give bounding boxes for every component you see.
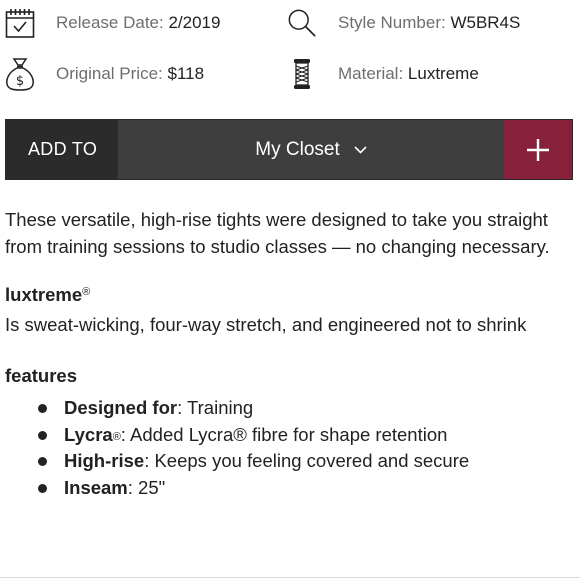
money-bag-icon: $ (5, 57, 35, 91)
luxtreme-heading: luxtreme® (5, 284, 90, 306)
style-number-label: Style Number: (338, 13, 451, 32)
plus-icon (527, 138, 549, 161)
style-number-value: W5BR4S (450, 13, 521, 32)
meta-row-2: $ Original Price: $118 Material: Luxtrem… (0, 54, 580, 94)
meta-row-1: Release Date: 2/2019 Style Number: W5BR4… (0, 3, 580, 43)
closet-dropdown-label: My Closet (255, 138, 340, 160)
feature-detail: : Training (177, 397, 254, 418)
feature-detail: : 25" (127, 477, 166, 499)
original-price-label: Original Price: (56, 64, 168, 83)
luxtreme-registered-mark: ® (82, 286, 91, 298)
original-price-value: $118 (167, 64, 205, 83)
material-text: Material: Luxtreme (338, 64, 479, 84)
original-price-text: Original Price: $118 (56, 64, 204, 84)
features-list: Designed for: Training Lycra ®: Added Lyc… (38, 395, 469, 502)
luxtreme-heading-text: luxtreme (5, 284, 83, 305)
product-description: These versatile, high-rise tights were d… (5, 209, 550, 257)
release-date-value: 2/2019 (168, 13, 221, 32)
search-icon (287, 6, 317, 40)
chevron-down-icon (354, 145, 367, 154)
add-to-closet-bar: ADD TO My Closet (5, 119, 573, 180)
thread-spool-icon (287, 57, 317, 91)
style-number: Style Number: W5BR4S (287, 3, 520, 43)
feature-name: Lycra (64, 423, 113, 445)
feature-name: Designed for (64, 397, 178, 418)
list-item: High-rise: Keeps you feeling covered and… (38, 448, 469, 475)
bullet (38, 483, 47, 493)
features-heading: features (5, 365, 77, 386)
feature-detail: : Keeps you feeling covered and secure (144, 450, 470, 472)
list-item: Lycra ®: Added Lycra® fibre for shape ret… (38, 422, 469, 449)
list-item: Designed for: Training (38, 395, 469, 422)
divider (0, 577, 580, 578)
material-label: Material: (338, 64, 408, 83)
feature-detail: : Added Lycra® fibre for shape retention (120, 423, 448, 445)
original-price: $ Original Price: $118 (5, 54, 204, 94)
bullet (38, 430, 47, 440)
material-value: Luxtreme (407, 64, 479, 83)
feature-name: High-rise (64, 450, 145, 472)
feature-registered-mark: ® (112, 430, 121, 443)
feature-name: Inseam (64, 477, 128, 499)
closet-dropdown[interactable]: My Closet (118, 120, 504, 179)
add-button[interactable] (504, 120, 572, 179)
release-date-text: Release Date: 2/2019 (56, 13, 220, 33)
luxtreme-description: Is sweat-wicking, four-way stretch, and … (5, 314, 527, 335)
calendar-icon (5, 6, 35, 40)
bullet (38, 403, 47, 413)
style-number-text: Style Number: W5BR4S (338, 13, 520, 33)
add-to-button[interactable]: ADD TO (6, 120, 118, 179)
bullet (38, 457, 47, 467)
svg-text:$: $ (16, 74, 24, 89)
material: Material: Luxtreme (287, 54, 479, 94)
list-item: Inseam: 25" (38, 475, 469, 502)
release-date: Release Date: 2/2019 (5, 3, 220, 43)
release-date-label: Release Date: (56, 13, 169, 32)
